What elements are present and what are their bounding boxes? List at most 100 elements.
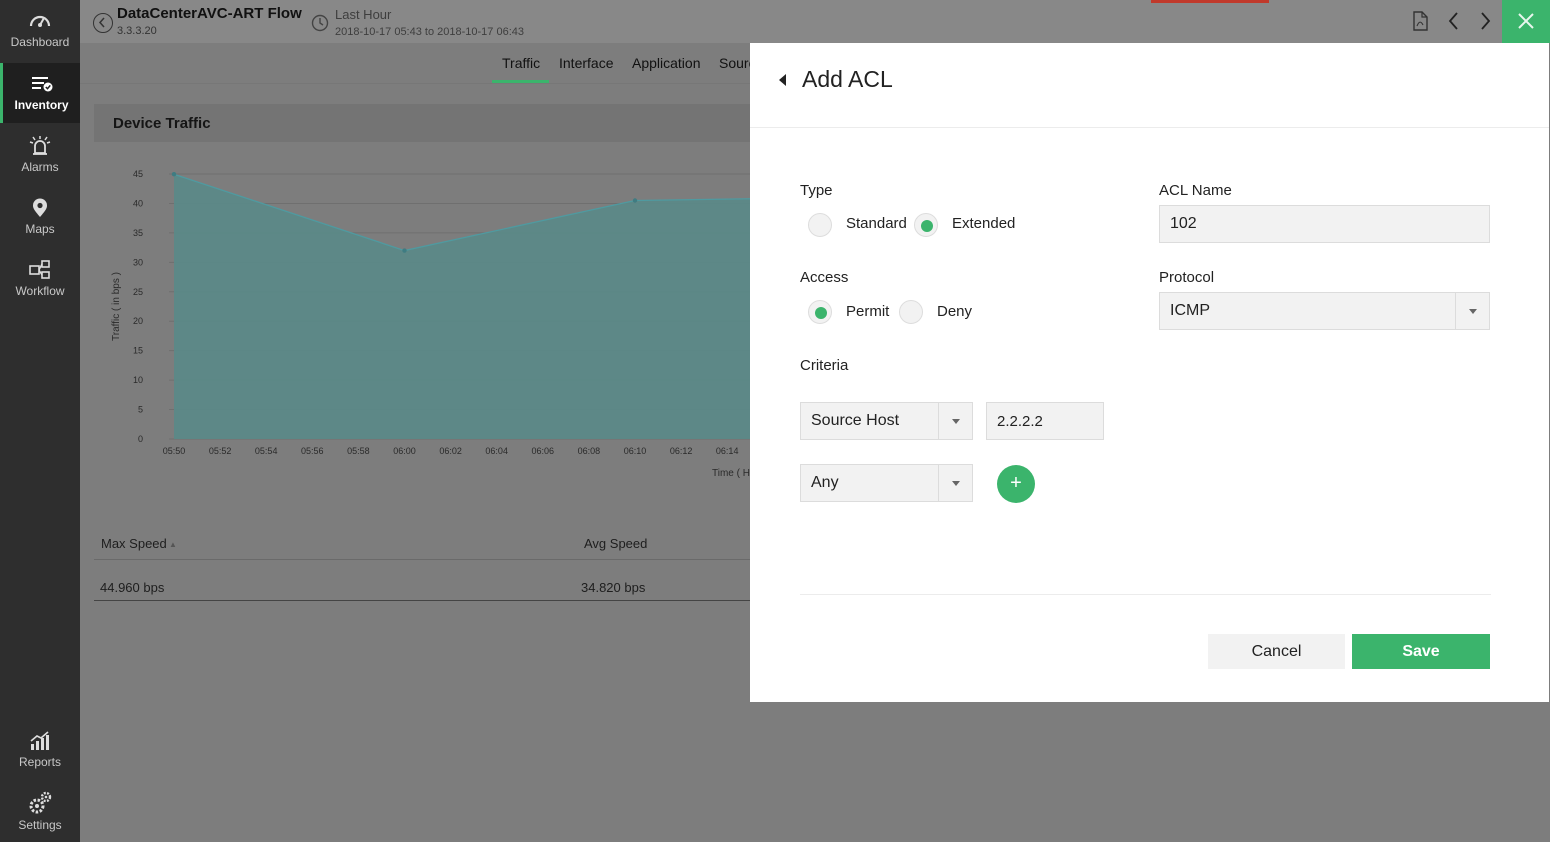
next-arrow-icon[interactable] <box>1478 11 1492 36</box>
nav-maps[interactable]: Maps <box>0 187 80 247</box>
nav-alarms[interactable]: Alarms <box>0 125 80 185</box>
nav-label: Workflow <box>15 284 65 298</box>
collapse-caret-icon[interactable] <box>779 74 786 86</box>
radio-deny[interactable] <box>899 300 923 324</box>
data-point <box>402 248 407 253</box>
data-point <box>632 198 638 203</box>
nav-settings[interactable]: Settings <box>0 781 80 841</box>
active-tab-indicator <box>492 80 549 83</box>
x-tick-label: 06:00 <box>393 446 416 456</box>
x-tick-label: 06:04 <box>485 446 508 456</box>
x-tick-label: 05:50 <box>163 446 186 456</box>
x-axis-label: Time ( H <box>712 468 750 479</box>
panel-title: Device Traffic <box>113 115 211 132</box>
max-speed-value: 44.960 bps <box>100 580 165 595</box>
nav-label: Alarms <box>21 160 59 174</box>
device-traffic-header: Device Traffic <box>94 104 754 142</box>
gears-icon <box>29 791 52 814</box>
close-icon <box>1518 13 1534 29</box>
nav-dashboard[interactable]: Dashboard <box>0 0 80 60</box>
radio-standard-label: Standard <box>846 215 907 232</box>
add-criteria-button[interactable]: + <box>997 465 1035 503</box>
radio-standard[interactable] <box>808 213 832 237</box>
y-tick-label: 5 <box>138 405 143 415</box>
time-range: 2018-10-17 05:43 to 2018-10-17 06:43 <box>335 26 524 38</box>
y-tick-label: 40 <box>133 198 143 208</box>
criteria-destination-value: Any <box>811 474 839 491</box>
y-tick-label: 35 <box>133 228 143 238</box>
y-tick-label: 30 <box>133 257 143 267</box>
page-header: DataCenterAVC-ART Flow 3.3.3.20 Last Hou… <box>80 0 1550 43</box>
previous-arrow-icon[interactable] <box>1447 11 1461 36</box>
avg-speed-header[interactable]: Avg Speed <box>584 536 647 551</box>
nav-label: Reports <box>18 755 62 769</box>
chevron-down-icon[interactable] <box>938 403 972 439</box>
radio-deny-label: Deny <box>937 303 973 320</box>
save-button[interactable]: Save <box>1352 634 1490 669</box>
traffic-area <box>174 174 750 440</box>
table-row: 44.960 bps 34.820 bps <box>94 561 754 601</box>
criteria-ip-input[interactable]: 2.2.2.2 <box>986 402 1104 440</box>
y-tick-label: 20 <box>133 316 143 326</box>
x-tick-label: 05:52 <box>209 446 232 456</box>
access-label: Access <box>800 269 849 286</box>
criteria-source-select[interactable]: Source Host <box>800 402 973 440</box>
protocol-select[interactable]: ICMP <box>1159 292 1490 330</box>
close-button[interactable] <box>1502 0 1550 43</box>
nav-workflow[interactable]: Workflow <box>0 249 80 309</box>
radio-permit[interactable] <box>808 300 832 324</box>
criteria-destination-select[interactable]: Any <box>800 464 973 502</box>
nav-label: Maps <box>25 222 55 236</box>
criteria-label: Criteria <box>800 357 849 374</box>
radio-extended[interactable] <box>914 213 938 237</box>
acl-name-label: ACL Name <box>1159 182 1232 199</box>
sort-arrow-icon[interactable]: ▲ <box>169 540 177 549</box>
x-tick-label: 06:14 <box>716 446 739 456</box>
nav-inventory[interactable]: Inventory <box>0 63 80 123</box>
nav-label: Dashboard <box>10 35 70 49</box>
y-tick-label: 45 <box>133 169 143 179</box>
x-tick-label: 06:08 <box>578 446 601 456</box>
type-label: Type <box>800 182 833 199</box>
device-title: DataCenterAVC-ART Flow <box>117 5 302 22</box>
avg-speed-value: 34.820 bps <box>581 580 646 595</box>
back-button[interactable] <box>93 13 113 33</box>
y-tick-label: 10 <box>133 375 143 385</box>
alert-strip <box>1151 0 1269 3</box>
x-tick-label: 05:56 <box>301 446 324 456</box>
time-period[interactable]: Last Hour <box>335 7 391 22</box>
tab-traffic[interactable]: Traffic <box>502 55 540 71</box>
pdf-export-icon[interactable] <box>1411 11 1429 36</box>
acl-name-input[interactable]: 102 <box>1159 205 1490 243</box>
y-tick-label: 15 <box>133 346 143 356</box>
speedometer-icon <box>29 15 51 27</box>
radio-permit-label: Permit <box>846 303 890 320</box>
criteria-ip-value: 2.2.2.2 <box>997 413 1043 430</box>
sidebar: Dashboard Inventory Alarms Maps Workflow… <box>0 0 80 842</box>
speed-table-header: Max Speed ▲ Avg Speed <box>94 526 754 560</box>
device-ip: 3.3.3.20 <box>117 25 157 37</box>
data-point <box>171 172 177 177</box>
workflow-icon <box>29 260 50 279</box>
x-tick-label: 06:12 <box>670 446 693 456</box>
x-tick-label: 06:10 <box>624 446 647 456</box>
clock-icon[interactable] <box>311 14 329 37</box>
x-tick-label: 05:54 <box>255 446 278 456</box>
y-tick-label: 25 <box>133 287 143 297</box>
tab-bar: Traffic Interface Application Sourc <box>80 43 780 84</box>
chevron-left-icon <box>98 17 105 28</box>
tab-interface[interactable]: Interface <box>559 55 613 71</box>
nav-reports[interactable]: Reports <box>0 720 80 780</box>
max-speed-header[interactable]: Max Speed <box>101 536 167 551</box>
chevron-down-icon[interactable] <box>938 465 972 501</box>
y-axis-label: Traffic ( in bps ) <box>111 272 122 341</box>
x-tick-label: 05:58 <box>347 446 370 456</box>
acl-name-value: 102 <box>1170 215 1197 232</box>
chevron-down-icon[interactable] <box>1455 293 1489 329</box>
cancel-button[interactable]: Cancel <box>1208 634 1345 669</box>
traffic-chart: 0 5 10 15 20 25 30 35 40 45 05:50 05:52 05:54 05:56 05… <box>94 150 754 490</box>
x-tick-label: 06:06 <box>532 446 555 456</box>
protocol-value: ICMP <box>1170 302 1210 319</box>
tab-application[interactable]: Application <box>632 55 701 71</box>
y-tick-label: 0 <box>138 434 143 444</box>
